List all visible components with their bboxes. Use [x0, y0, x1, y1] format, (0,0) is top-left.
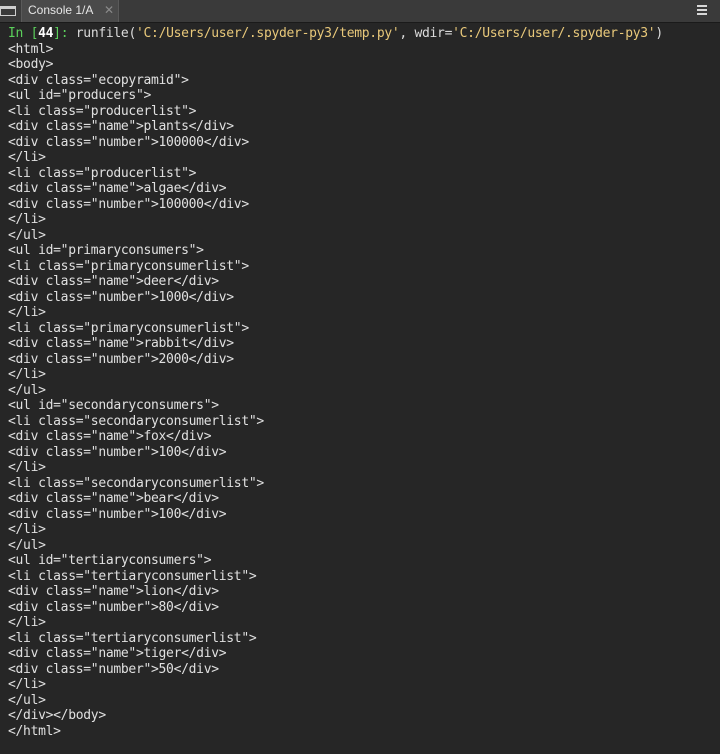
command-file-arg: 'C:/Users/user/.spyder-py3/temp.py' [135, 26, 400, 41]
output-line: </li> [8, 522, 46, 537]
output-line: <div class="name">lion</div> [8, 584, 219, 599]
output-line: <div class="number">100</div> [8, 506, 227, 522]
output-line: <li class="producerlist"> [8, 165, 197, 181]
output-line: <div class="number">100000</div> [8, 196, 249, 212]
output-line: <ul id="producers"> [8, 88, 152, 103]
output-line: <ul id="primaryconsumers"> [8, 243, 204, 258]
console-tab-bar: Console 1/A ✕ [0, 0, 720, 23]
console-input-line: In [44]: runfile('C:/Users/user/.spyder-… [8, 26, 720, 42]
output-line: <li class="secondaryconsumerlist"> [8, 475, 264, 491]
output-line: </ul> [8, 227, 46, 243]
output-line: <li class="tertiaryconsumerlist"> [8, 630, 257, 646]
output-line: </li> [8, 305, 46, 320]
output-line: <li class="tertiaryconsumerlist"> [8, 568, 257, 584]
output-line: <div class="number">100000</div> [8, 134, 249, 150]
output-line: <div class="number">2000</div> [8, 351, 234, 367]
output-line: <div class="number">1000</div> [8, 289, 234, 305]
command-close-paren: ) [655, 26, 663, 41]
output-line: <div class="number">100</div> [8, 444, 227, 460]
output-line: </li> [8, 677, 46, 692]
output-line: </ul> [8, 537, 46, 553]
output-line: </ul> [8, 382, 46, 398]
output-line: <li class="primaryconsumerlist"> [8, 320, 249, 336]
output-line: <li class="secondaryconsumerlist"> [8, 413, 264, 429]
output-line: <div class="name">deer</div> [8, 274, 219, 289]
ipython-console-window: Console 1/A ✕ In [44]: runfile('C:/Users… [0, 0, 720, 754]
prompt-number: 44 [38, 26, 54, 41]
output-line: <html> [8, 41, 54, 57]
options-menu-icon[interactable] [697, 5, 707, 17]
output-line: <ul id="tertiaryconsumers"> [8, 553, 212, 568]
output-line: <div class="number">50</div> [8, 661, 219, 677]
output-line: <div class="name">bear</div> [8, 491, 219, 506]
output-line: <div class="ecopyramid"> [8, 72, 189, 88]
output-line: <div class="name">tiger</div> [8, 646, 227, 661]
console-icon [0, 6, 16, 16]
command-wdir-arg: 'C:/Users/user/.spyder-py3' [452, 26, 656, 41]
prompt-label: In [ [8, 26, 39, 41]
output-line: <body> [8, 57, 54, 72]
output-line: </li> [8, 615, 46, 630]
output-line: <div class="name">plants</div> [8, 119, 234, 134]
output-line: </html> [8, 723, 61, 739]
prompt-label-close: ]: [53, 26, 76, 41]
output-line: </div></body> [8, 708, 106, 723]
console-tab-label: Console 1/A [28, 3, 94, 17]
output-line: <div class="name">fox</div> [8, 429, 212, 444]
command-function: runfile( [75, 26, 137, 41]
output-line: <li class="producerlist"> [8, 103, 197, 119]
output-line: <div class="name">rabbit</div> [8, 336, 234, 351]
console-tab[interactable]: Console 1/A ✕ [21, 0, 119, 22]
output-line: <div class="name">algae</div> [8, 181, 227, 196]
close-icon[interactable]: ✕ [104, 2, 114, 18]
console-output-lines: <html> <body> <div class="ecopyramid"> <ul … [8, 42, 720, 740]
output-line: </li> [8, 460, 46, 475]
output-line: </li> [8, 367, 46, 382]
output-line: </ul> [8, 692, 46, 708]
command-wdir-keyword: , wdir= [399, 26, 453, 41]
output-line: </li> [8, 212, 46, 227]
output-line: <div class="number">80</div> [8, 599, 219, 615]
output-line: <ul id="secondaryconsumers"> [8, 398, 219, 413]
console-output[interactable]: In [44]: runfile('C:/Users/user/.spyder-… [0, 26, 720, 754]
output-line: </li> [8, 150, 46, 165]
output-line: <li class="primaryconsumerlist"> [8, 258, 249, 274]
